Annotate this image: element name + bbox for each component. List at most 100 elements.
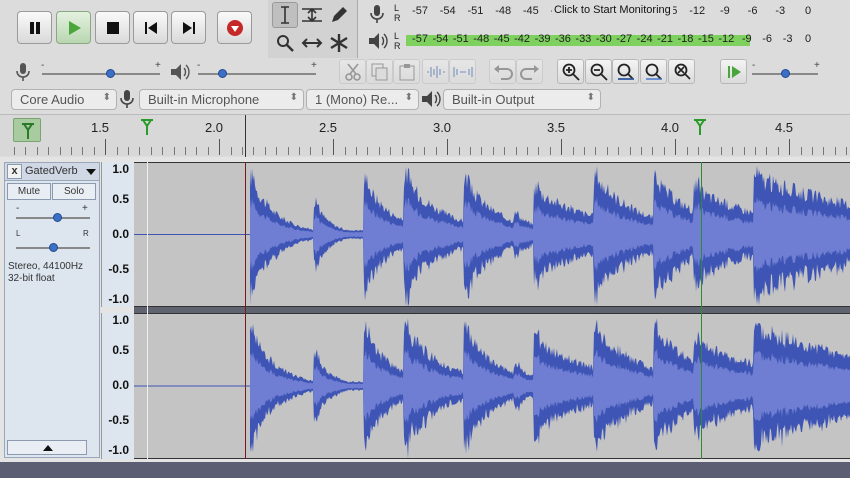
meter-scale-label: -36 [554, 33, 571, 45]
pan-slider[interactable] [16, 243, 90, 252]
ruler-tick [219, 139, 221, 155]
paste-button[interactable] [393, 59, 420, 84]
recording-device-value: Built-in Microphone [148, 92, 260, 107]
audio-host-value: Core Audio [20, 92, 85, 107]
ruler-tick [128, 147, 129, 155]
timeline-options-button[interactable] [13, 118, 41, 142]
track-title-bar[interactable]: x GatedVerb [5, 163, 99, 181]
zoom-in-button[interactable] [557, 59, 584, 84]
start-monitoring-hint[interactable]: Click to Start Monitoring [552, 4, 673, 16]
amplitude-scale-right[interactable]: 1.0 0.5 0.0 -0.5 -1.0 [101, 313, 133, 459]
ruler-tick [310, 147, 312, 155]
ruler-tick [777, 147, 779, 155]
ruler-tick [356, 147, 357, 155]
timeline-ruler[interactable]: 1.5 2.0 2.5 3.0 3.5 4.0 4.5 [0, 114, 850, 157]
skip-to-start-button[interactable] [133, 11, 168, 44]
ruler-tick [629, 147, 631, 155]
meter-scale-label: -33 [575, 33, 592, 45]
play-at-speed-button[interactable] [720, 59, 747, 84]
gain-min-label: - [16, 203, 20, 214]
ruler-tick [618, 147, 620, 155]
slider-knob[interactable] [49, 243, 58, 252]
zoom-toggle-button[interactable] [668, 59, 695, 84]
meter-scale-label: -51 [452, 33, 469, 45]
ruler-tick [105, 139, 107, 155]
playback-meter[interactable]: L R -57 -54 -51 -48 -45 -42 -39 -36 -33 -30 -27 -24… [366, 31, 816, 51]
solo-button[interactable]: Solo [52, 183, 96, 200]
meter-scale-label: -42 [514, 33, 531, 45]
stop-button[interactable] [95, 11, 130, 44]
mute-button[interactable]: Mute [7, 183, 51, 200]
recording-channels-select[interactable]: 1 (Mono) Re... ⬍ [306, 89, 419, 110]
amplitude-label: 0.5 [112, 192, 129, 206]
amplitude-label: 1.0 [112, 313, 129, 327]
horizontal-scrollbar[interactable] [0, 462, 850, 478]
ruler-label: 3.5 [546, 120, 566, 135]
gain-slider[interactable] [16, 213, 90, 222]
time-shift-tool[interactable] [299, 30, 325, 56]
zoom-tool[interactable] [272, 30, 298, 56]
fit-selection-button[interactable] [612, 59, 639, 84]
multi-tool[interactable] [326, 30, 352, 56]
close-track-button[interactable]: x [7, 164, 22, 179]
skip-to-end-button[interactable] [171, 11, 206, 44]
slider-knob[interactable] [106, 69, 116, 78]
amplitude-label: -1.0 [108, 292, 129, 306]
track-menu-arrow-icon[interactable] [86, 169, 96, 176]
ruler-tick [321, 147, 323, 155]
ruler-tick [584, 147, 585, 155]
trim-audio-button[interactable] [422, 59, 449, 84]
meter-scale-label: -9 [741, 33, 752, 45]
track-format-info: Stereo, 44100Hz [8, 261, 84, 272]
silence-audio-button[interactable] [449, 59, 476, 84]
fit-project-button[interactable] [640, 59, 667, 84]
waveform-left-channel[interactable] [134, 162, 850, 307]
ruler-label: 2.5 [318, 120, 338, 135]
recording-device-select[interactable]: Built-in Microphone ⬍ [139, 89, 304, 110]
play-button[interactable] [56, 11, 91, 44]
slider-knob[interactable] [52, 213, 62, 222]
zoom-out-button[interactable] [585, 59, 612, 84]
amplitude-label: 0.5 [112, 343, 129, 357]
select-arrows-icon: ⬍ [404, 92, 413, 103]
slider-knob[interactable] [217, 69, 227, 78]
waveform-right-channel[interactable] [134, 313, 850, 459]
record-volume-max: + [155, 60, 161, 71]
record-button[interactable] [217, 11, 252, 44]
meter-scale-label: -18 [677, 33, 694, 45]
ruler-tick [481, 147, 483, 155]
record-volume-slider[interactable] [42, 69, 160, 78]
ruler-tick [139, 147, 141, 155]
ruler-tick [93, 147, 95, 155]
ruler-label: 3.0 [432, 120, 452, 135]
record-meter[interactable]: L R -57-54-51-48-45-42-321-18-15-12-9-6-… [366, 3, 816, 23]
track-name-menu[interactable]: GatedVerb [25, 165, 78, 177]
play-region-end-icon[interactable] [692, 118, 708, 136]
pause-button[interactable] [17, 11, 52, 44]
copy-button[interactable] [366, 59, 393, 84]
meter-scale-label: -45 [493, 33, 510, 45]
playback-volume-slider[interactable] [198, 69, 316, 78]
amplitude-scale-left[interactable]: 1.0 0.5 0.0 -0.5 -1.0 [101, 162, 133, 307]
collapse-track-button[interactable] [7, 440, 87, 455]
ruler-tick [424, 147, 426, 155]
track-control-panel[interactable]: x GatedVerb Mute Solo - + L R Stereo, 44… [4, 162, 100, 458]
draw-tool[interactable] [326, 2, 352, 28]
slider-knob[interactable] [781, 69, 790, 78]
cut-button[interactable] [339, 59, 366, 84]
undo-button[interactable] [489, 59, 516, 84]
meter-scale-label: -12 [718, 33, 735, 45]
ruler-tick [515, 147, 517, 155]
ruler-tick [14, 147, 15, 155]
playback-device-select[interactable]: Built-in Output ⬍ [443, 89, 601, 110]
envelope-tool[interactable] [299, 2, 325, 28]
play-region-start-icon[interactable] [139, 118, 155, 136]
redo-button[interactable] [516, 59, 543, 84]
ruler-tick [470, 147, 471, 155]
skip-to-end-icon [182, 21, 195, 34]
ruler-label: 2.0 [204, 120, 224, 135]
play-at-speed-slider[interactable] [752, 69, 818, 78]
ruler-tick [686, 147, 688, 155]
audio-host-select[interactable]: Core Audio ⬍ [11, 89, 117, 110]
selection-tool[interactable] [272, 2, 298, 28]
